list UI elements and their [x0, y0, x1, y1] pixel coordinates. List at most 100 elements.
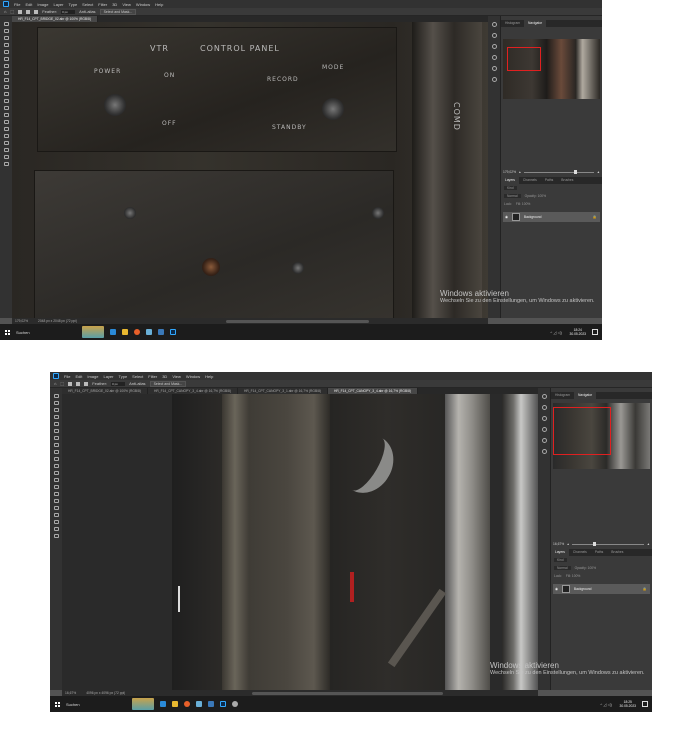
menu-edit[interactable]: Edit — [25, 2, 32, 7]
zoom-in-icon[interactable]: ▲ — [647, 542, 650, 546]
menu-select[interactable]: Select — [82, 2, 93, 7]
app-icon-extra[interactable] — [232, 701, 238, 707]
zoom-tool-icon[interactable] — [53, 527, 59, 531]
navigator-view-box[interactable] — [553, 407, 611, 455]
menu-view[interactable]: View — [122, 2, 131, 7]
tab-layers[interactable]: Layers — [551, 549, 569, 556]
taskbar-clock[interactable]: 18:24 30.05.2023 — [569, 328, 586, 336]
dodge-icon[interactable] — [53, 485, 59, 489]
blur-icon[interactable] — [3, 106, 9, 110]
history-icon[interactable] — [491, 22, 497, 27]
navigator-view-box[interactable] — [507, 47, 541, 71]
photoshop-taskbar-icon[interactable] — [170, 329, 176, 335]
subtract-selection-icon[interactable] — [84, 381, 89, 386]
fill-field[interactable]: Fill: 100% — [566, 574, 580, 578]
properties-icon[interactable] — [541, 405, 547, 410]
color-swatches-icon[interactable] — [53, 534, 59, 538]
pen-tool-icon[interactable] — [53, 492, 59, 496]
menu-layer[interactable]: Layer — [53, 2, 63, 7]
tab-navigator[interactable]: Navigator — [574, 392, 597, 399]
move-tool-icon[interactable] — [53, 394, 59, 398]
home-icon[interactable]: ⌂ — [4, 9, 6, 14]
fill-field[interactable]: Fill: 100% — [516, 202, 530, 206]
magic-wand-icon[interactable] — [3, 43, 9, 47]
tab-channels[interactable]: Channels — [519, 177, 541, 184]
clone-stamp-icon[interactable] — [53, 450, 59, 454]
marquee-tool-icon[interactable]: ⬚ — [60, 381, 64, 386]
zoom-in-icon[interactable]: ▲ — [597, 170, 600, 174]
brush-tool-icon[interactable] — [3, 71, 9, 75]
app-icon[interactable] — [146, 329, 152, 335]
move-tool-icon[interactable] — [3, 22, 9, 26]
new-selection-icon[interactable] — [18, 9, 23, 14]
layer-row[interactable]: ◉ Background 🔒 — [553, 584, 650, 594]
healing-brush-icon[interactable] — [3, 64, 9, 68]
subtract-selection-icon[interactable] — [34, 9, 39, 14]
magic-wand-icon[interactable] — [53, 415, 59, 419]
blend-mode-select[interactable]: Normal — [554, 566, 571, 570]
marquee-tool-icon[interactable] — [3, 29, 9, 33]
edge-icon[interactable] — [160, 701, 166, 707]
menu-help[interactable]: Help — [155, 2, 163, 7]
antialias-checkbox[interactable]: Anti-alias — [79, 9, 95, 14]
eyedropper-icon[interactable] — [53, 429, 59, 433]
healing-brush-icon[interactable] — [53, 436, 59, 440]
styles-icon[interactable] — [491, 66, 497, 71]
history-brush-icon[interactable] — [53, 457, 59, 461]
horizontal-scrollbar[interactable] — [252, 692, 443, 695]
tab-navigator[interactable]: Navigator — [524, 20, 547, 27]
history-brush-icon[interactable] — [3, 85, 9, 89]
type-tool-icon[interactable] — [53, 499, 59, 503]
shape-tool-icon[interactable] — [3, 141, 9, 145]
layer-filter-kind[interactable]: Kind — [554, 558, 567, 562]
edge-icon[interactable] — [110, 329, 116, 335]
history-icon[interactable] — [541, 394, 547, 399]
navigator-zoom-slider[interactable] — [571, 541, 644, 546]
steam-icon[interactable] — [158, 329, 164, 335]
shape-tool-icon[interactable] — [53, 513, 59, 517]
menu-window[interactable]: Window — [136, 2, 150, 7]
add-selection-icon[interactable] — [26, 9, 31, 14]
brush-tool-icon[interactable] — [53, 443, 59, 447]
steam-icon[interactable] — [208, 701, 214, 707]
navigator-zoom-value[interactable]: 179,02% — [503, 170, 516, 174]
file-explorer-icon[interactable] — [172, 701, 178, 707]
brush-settings-icon[interactable] — [541, 416, 547, 421]
tab-channels[interactable]: Channels — [569, 549, 591, 556]
tab-paths[interactable]: Paths — [541, 177, 557, 184]
taskbar-search[interactable]: Suchen — [66, 702, 126, 707]
taskbar-search[interactable]: Suchen — [16, 330, 76, 335]
color-swatches-icon[interactable] — [3, 162, 9, 166]
paragraph-icon[interactable] — [541, 449, 547, 454]
menu-view[interactable]: View — [172, 374, 181, 379]
visibility-eye-icon[interactable]: ◉ — [505, 215, 508, 219]
zoom-out-icon[interactable]: ▴ — [519, 170, 521, 174]
menu-filter[interactable]: Filter — [148, 374, 157, 379]
gradient-icon[interactable] — [53, 471, 59, 475]
document-canvas[interactable]: VTR CONTROL PANEL POWER ON OFF RECORD MO… — [12, 22, 488, 318]
menu-layer[interactable]: Layer — [103, 374, 113, 379]
lasso-tool-icon[interactable] — [53, 408, 59, 412]
adjustments-icon[interactable] — [541, 427, 547, 432]
layer-row[interactable]: ◉ Background 🔒 — [503, 212, 600, 222]
crop-tool-icon[interactable] — [53, 422, 59, 426]
properties-icon[interactable] — [491, 33, 497, 38]
navigator-preview[interactable] — [503, 39, 600, 99]
search-highlight-icon[interactable] — [82, 326, 104, 338]
tab-brushes[interactable]: Brushes — [607, 549, 627, 556]
menu-filter[interactable]: Filter — [98, 2, 107, 7]
document-canvas[interactable] — [62, 394, 538, 690]
taskbar-clock[interactable]: 18:25 30.05.2023 — [619, 700, 636, 708]
menu-type[interactable]: Type — [119, 374, 128, 379]
system-tray-icons[interactable]: ^ ◿ ◁) — [550, 330, 562, 335]
brush-settings-icon[interactable] — [491, 44, 497, 49]
firefox-icon[interactable] — [134, 329, 140, 335]
path-select-icon[interactable] — [53, 506, 59, 510]
search-highlight-icon[interactable] — [132, 698, 154, 710]
menu-window[interactable]: Window — [186, 374, 200, 379]
navigator-zoom-slider[interactable] — [523, 169, 594, 174]
tab-histogram[interactable]: Histogram — [501, 20, 524, 27]
zoom-slider-thumb[interactable] — [574, 169, 578, 174]
tab-layers[interactable]: Layers — [501, 177, 519, 184]
clone-stamp-icon[interactable] — [3, 78, 9, 82]
